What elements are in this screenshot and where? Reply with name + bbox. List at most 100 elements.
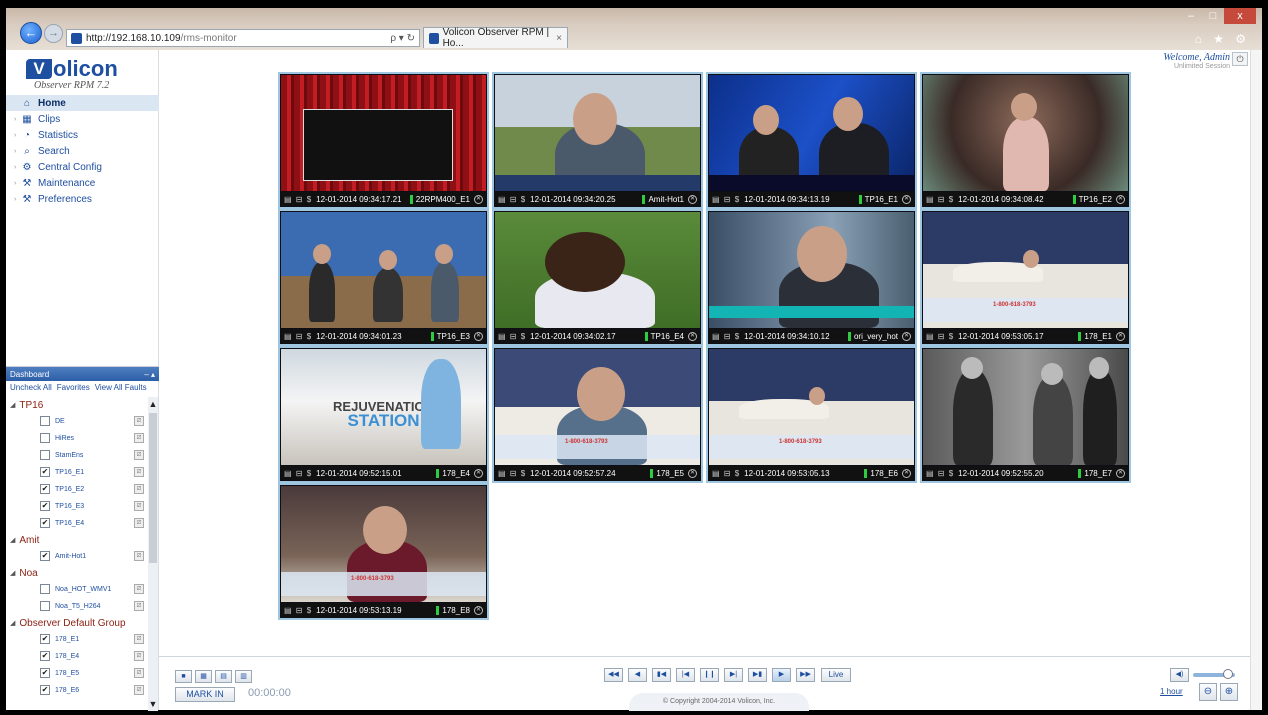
zoom-level[interactable]: 1 hour (1160, 687, 1183, 696)
channel-item[interactable]: ✔ 178_E1 ⧄ (6, 631, 146, 648)
expand-caret-icon[interactable]: › (14, 116, 21, 123)
video-tile[interactable]: 1-800-618-3793 ▤ ⊟ $ 12-01-2014 09:53:05.1… (706, 346, 917, 483)
layout-3x3-button[interactable]: ▤ (215, 670, 232, 683)
tile-close-icon[interactable]: ✕ (902, 468, 911, 478)
pause-button[interactable]: ❙❙ (700, 668, 719, 682)
expand-caret-icon[interactable]: › (14, 132, 21, 139)
video-tile[interactable]: ▤ ⊟ $ 12-01-2014 09:34:08.42 TP16_E2 ✕ (920, 72, 1131, 209)
channel-checkbox[interactable]: ✔ (40, 668, 50, 678)
channel-item[interactable]: DE ⧄ (6, 413, 146, 430)
channel-item[interactable]: ✔ TP16_E2 ⧄ (6, 481, 146, 498)
step-forward-frame-button[interactable]: ▶▮ (748, 668, 767, 682)
volume-icon[interactable]: ◀) (1170, 668, 1189, 682)
channel-item[interactable]: ✔ TP16_E1 ⧄ (6, 464, 146, 481)
video-tile[interactable]: REJUVENATION STATION ▤ ⊟ $ 12-01-2014 09:52… (278, 346, 489, 483)
video-tile[interactable]: ▤ ⊟ $ 12-01-2014 09:34:02.17 TP16_E4 ✕ (492, 209, 703, 346)
address-tools[interactable]: ρ ▾ ↻ (390, 33, 415, 44)
channel-checkbox[interactable] (40, 433, 50, 443)
channel-group[interactable]: ◢ Observer Default Group (6, 615, 146, 631)
tile-close-icon[interactable]: ✕ (1116, 194, 1125, 204)
channel-item[interactable]: ✔ TP16_E3 ⧄ (6, 498, 146, 515)
video-frame[interactable]: 1-800-618-3793 (281, 486, 486, 602)
play-button[interactable]: ▶ (772, 668, 791, 682)
video-frame[interactable] (281, 212, 486, 328)
layout-1x1-button[interactable]: ■ (175, 670, 192, 683)
channel-item[interactable]: Noa_HOT_WMV1 ⧄ (6, 581, 146, 598)
address-bar[interactable]: http://192.168.10.109 /rms-monitor ρ ▾ ↻ (66, 29, 420, 47)
channel-checkbox[interactable]: ✔ (40, 551, 50, 561)
channel-checkbox[interactable]: ✔ (40, 467, 50, 477)
mark-in-button[interactable]: MARK IN (175, 687, 235, 702)
video-frame[interactable]: REJUVENATION STATION (281, 349, 486, 465)
menu-item-statistics[interactable]: › ◔ Statistics (6, 127, 159, 143)
view-all-faults-link[interactable]: View All Faults (95, 383, 147, 395)
video-frame[interactable]: 1-800-618-3793 (495, 349, 700, 465)
expand-caret-icon[interactable]: › (14, 148, 21, 155)
channel-item[interactable]: ✔ TP16_E4 ⧄ (6, 515, 146, 532)
tile-close-icon[interactable]: ✕ (1116, 468, 1125, 478)
tile-tool-icons[interactable]: ▤ ⊟ $ (284, 469, 312, 478)
video-frame[interactable] (495, 212, 700, 328)
video-tile[interactable]: ▤ ⊟ $ 12-01-2014 09:34:10.12 ori_very_hot ✕ (706, 209, 917, 346)
step-back-frame-button[interactable]: ▮◀ (652, 668, 671, 682)
tile-tool-icons[interactable]: ▤ ⊟ $ (284, 606, 312, 615)
channel-group[interactable]: ◢ TP16 (6, 397, 146, 413)
minimize-icon[interactable]: ‒ (1180, 8, 1202, 24)
tile-tool-icons[interactable]: ▤ ⊟ $ (498, 469, 526, 478)
video-tile[interactable]: 1-800-618-3793 ▤ ⊟ $ 12-01-2014 09:52:57.2… (492, 346, 703, 483)
tile-tool-icons[interactable]: ▤ ⊟ $ (284, 332, 312, 341)
channel-checkbox[interactable]: ✔ (40, 685, 50, 695)
channel-group[interactable]: ◢ Amit (6, 532, 146, 548)
channel-item[interactable]: ✔ Amit-Hot1 ⧄ (6, 548, 146, 565)
video-tile[interactable]: 1-800-618-3793 ▤ ⊟ $ 12-01-2014 09:53:05.1… (920, 209, 1131, 346)
tile-close-icon[interactable]: ✕ (902, 194, 911, 204)
video-frame[interactable] (923, 75, 1128, 191)
video-frame[interactable] (495, 75, 700, 191)
channel-checkbox[interactable] (40, 601, 50, 611)
channel-item[interactable]: ✔ 178_E4 ⧄ (6, 648, 146, 665)
channel-item[interactable]: ✔ 178_E6 ⧄ (6, 682, 146, 699)
video-tile[interactable]: 1-800-618-3793 ▤ ⊟ $ 12-01-2014 09:53:13.1… (278, 483, 489, 620)
zoom-out-button[interactable]: ⊖ (1199, 683, 1217, 701)
tile-close-icon[interactable]: ✕ (474, 194, 483, 204)
tile-tool-icons[interactable]: ▤ ⊟ $ (498, 332, 526, 341)
back-icon[interactable]: ← (20, 22, 42, 44)
video-frame[interactable] (709, 75, 914, 191)
tile-tool-icons[interactable]: ▤ ⊟ $ (926, 332, 954, 341)
menu-item-preferences[interactable]: › ⚒ Preferences (6, 191, 159, 207)
channel-item[interactable]: Noa_T5_H264 ⧄ (6, 598, 146, 615)
tile-tool-icons[interactable]: ▤ ⊟ $ (926, 195, 954, 204)
menu-item-search[interactable]: › ⌕ Search (6, 143, 159, 159)
channel-checkbox[interactable]: ✔ (40, 484, 50, 494)
video-frame[interactable] (709, 212, 914, 328)
tile-close-icon[interactable]: ✕ (688, 468, 697, 478)
channel-checkbox[interactable]: ✔ (40, 501, 50, 511)
menu-item-clips[interactable]: › ▦ Clips (6, 111, 159, 127)
video-tile[interactable]: ▤ ⊟ $ 12-01-2014 09:34:01.23 TP16_E3 ✕ (278, 209, 489, 346)
tile-close-icon[interactable]: ✕ (688, 331, 697, 341)
uncheck-all-link[interactable]: Uncheck All (10, 383, 52, 395)
dashboard-scrollbar[interactable]: ▲ ▼ (148, 397, 158, 711)
menu-item-central-config[interactable]: › ⚙ Central Config (6, 159, 159, 175)
channel-checkbox[interactable]: ✔ (40, 651, 50, 661)
tile-close-icon[interactable]: ✕ (474, 605, 483, 615)
page-scrollbar[interactable] (1250, 50, 1262, 710)
tile-tool-icons[interactable]: ▤ ⊟ $ (712, 469, 740, 478)
zoom-in-button[interactable]: ⊕ (1220, 683, 1238, 701)
scroll-up-icon[interactable]: ▲ (148, 399, 158, 409)
video-tile[interactable]: ▤ ⊟ $ 12-01-2014 09:34:20.25 Amit-Hot1 ✕ (492, 72, 703, 209)
menu-item-maintenance[interactable]: › ⚒ Maintenance (6, 175, 159, 191)
expand-caret-icon[interactable]: › (14, 180, 21, 187)
expand-caret-icon[interactable]: › (14, 164, 21, 171)
live-button[interactable]: Live (821, 668, 851, 682)
layout-2x2-button[interactable]: ▦ (195, 670, 212, 683)
channel-group[interactable]: ◢ Noa (6, 565, 146, 581)
collapse-triangle-icon[interactable]: ◢ (10, 619, 15, 627)
layout-4x4-button[interactable]: ▥ (235, 670, 252, 683)
rewind-button[interactable]: ◀ (628, 668, 647, 682)
tile-close-icon[interactable]: ✕ (474, 468, 483, 478)
volume-knob[interactable] (1223, 669, 1233, 679)
forward-icon[interactable]: → (44, 24, 63, 43)
tile-tool-icons[interactable]: ▤ ⊟ $ (712, 332, 740, 341)
channel-checkbox[interactable] (40, 584, 50, 594)
